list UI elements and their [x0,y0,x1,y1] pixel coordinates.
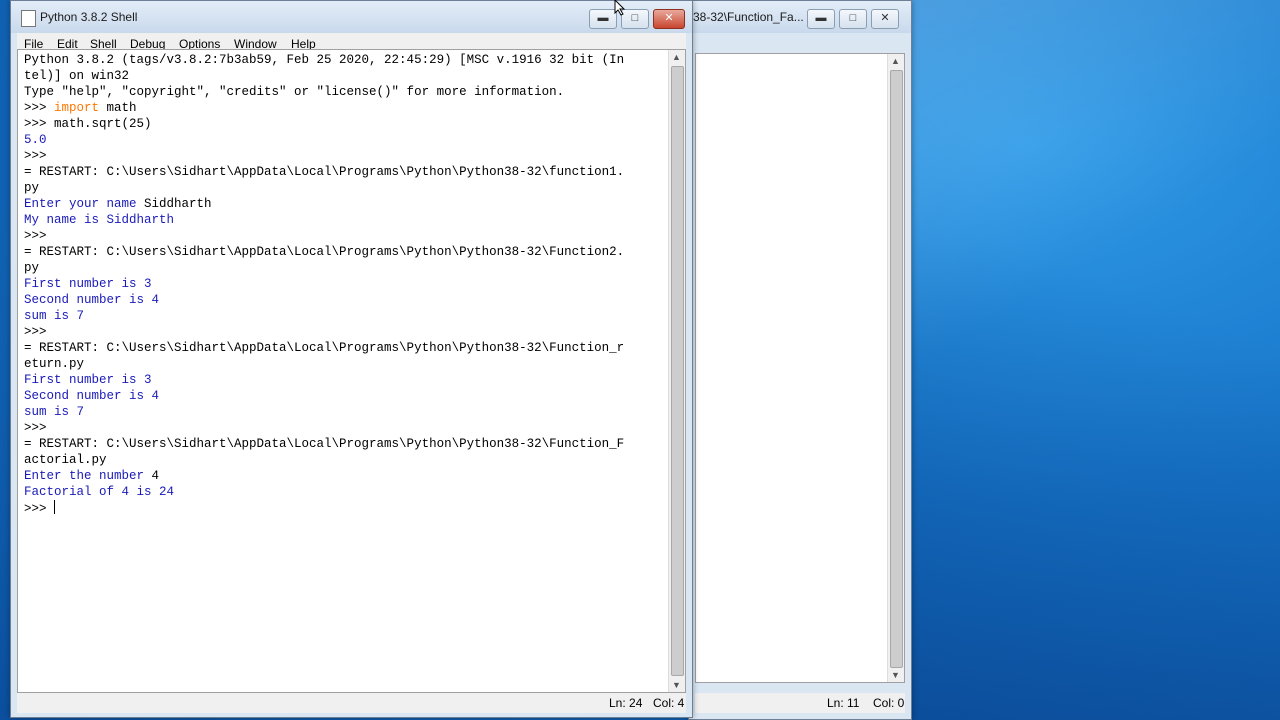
shell-line: >>> [24,325,55,339]
editor-window[interactable]: 38-32\Function_Fa... ▬ □ ✕ ▲ ▼ Ln: 11 Co… [688,0,912,720]
prompt: >>> [24,101,55,115]
minimize-button[interactable]: ▬ [807,9,835,29]
shell-line: Enter the number 4 [24,468,624,484]
shell-scroll-thumb[interactable] [671,66,684,676]
shell-line: >>> [24,229,55,243]
keyword-import: import [54,101,100,115]
output-text: Second number is 4 [24,389,160,403]
maximize-button[interactable]: □ [839,9,867,29]
output-text: Enter your name [24,197,145,211]
shell-text-area[interactable]: Python 3.8.2 (tags/v3.8.2:7b3ab59, Feb 2… [17,49,686,693]
minimize-button[interactable]: ▬ [589,9,617,29]
shell-status-bar: Ln: 24 Col: 4 [17,693,686,713]
shell-window[interactable]: Python 3.8.2 Shell ▬ □ ✕ File Edit Shell… [10,0,693,718]
shell-line: sum is 7 [24,404,624,420]
python-icon [21,10,36,27]
output-text: 5.0 [24,133,47,147]
shell-line: >>> math.sqrt(25) [24,117,152,131]
mouse-cursor-icon [614,0,626,16]
editor-status-line: Ln: 11 [827,696,860,710]
output-text: First number is 3 [24,277,152,291]
output-text: First number is 3 [24,373,152,387]
shell-line: Second number is 4 [24,292,624,308]
scroll-up-arrow-icon[interactable]: ▲ [891,56,900,66]
shell-window-title: Python 3.8.2 Shell [40,10,138,24]
shell-line: >>> import math [24,100,624,116]
editor-text-area[interactable]: ▲ ▼ [695,53,905,683]
output-text: sum is 7 [24,405,85,419]
shell-line: = RESTART: C:\Users\Sidhart\AppData\Loca… [24,437,625,451]
desktop-background [900,0,1280,720]
shell-line: >>> [24,500,624,516]
shell-line: 5.0 [24,132,624,148]
shell-status-line: Ln: 24 [609,696,643,710]
shell-line: >>> [24,421,55,435]
shell-line: actorial.py [24,453,107,467]
editor-status-bar: Ln: 11 Col: 0 [695,693,905,713]
shell-line: Factorial of 4 is 24 [24,484,624,500]
shell-titlebar[interactable]: Python 3.8.2 Shell ▬ □ ✕ [11,1,692,33]
shell-line: First number is 3 [24,276,624,292]
scroll-down-arrow-icon[interactable]: ▼ [891,670,900,680]
shell-line: Second number is 4 [24,388,624,404]
output-text: My name is Siddharth [24,213,175,227]
shell-line: eturn.py [24,357,85,371]
editor-window-title: 38-32\Function_Fa... [693,10,804,24]
shell-line: tel)] on win32 [24,69,130,83]
shell-line: Python 3.8.2 (tags/v3.8.2:7b3ab59, Feb 2… [24,53,625,67]
shell-status-col: Col: 4 [653,696,685,710]
shell-line: py [24,181,40,195]
editor-status-col: Col: 0 [873,696,905,710]
prompt: >>> [24,502,55,516]
output-text: Factorial of 4 is 24 [24,485,175,499]
shell-line: = RESTART: C:\Users\Sidhart\AppData\Loca… [24,165,625,179]
shell-line: Type "help", "copyright", "credits" or "… [24,85,565,99]
shell-line: First number is 3 [24,372,624,388]
close-button[interactable]: ✕ [871,9,899,29]
shell-line: Enter your name Siddharth [24,196,624,212]
shell-line: py [24,261,40,275]
output-text: Second number is 4 [24,293,160,307]
shell-line: My name is Siddharth [24,212,624,228]
editor-titlebar[interactable]: 38-32\Function_Fa... ▬ □ ✕ [689,1,911,33]
shell-line: sum is 7 [24,308,624,324]
shell-line: = RESTART: C:\Users\Sidhart\AppData\Loca… [24,245,625,259]
user-input-text: 4 [151,469,160,483]
user-input-text: Siddharth [144,197,212,211]
shell-output[interactable]: Python 3.8.2 (tags/v3.8.2:7b3ab59, Feb 2… [24,52,624,516]
shell-line: = RESTART: C:\Users\Sidhart\AppData\Loca… [24,341,625,355]
shell-line: >>> [24,149,55,163]
text-caret [54,500,56,514]
close-button[interactable]: ✕ [653,9,685,29]
output-text: Enter the number [24,469,152,483]
editor-vertical-scrollbar[interactable]: ▲ ▼ [887,54,904,682]
scroll-up-arrow-icon[interactable]: ▲ [672,52,681,62]
scroll-down-arrow-icon[interactable]: ▼ [672,680,681,690]
code-text: math [99,101,137,115]
shell-vertical-scrollbar[interactable]: ▲ ▼ [668,50,685,692]
output-text: sum is 7 [24,309,85,323]
editor-scroll-thumb[interactable] [890,70,903,668]
